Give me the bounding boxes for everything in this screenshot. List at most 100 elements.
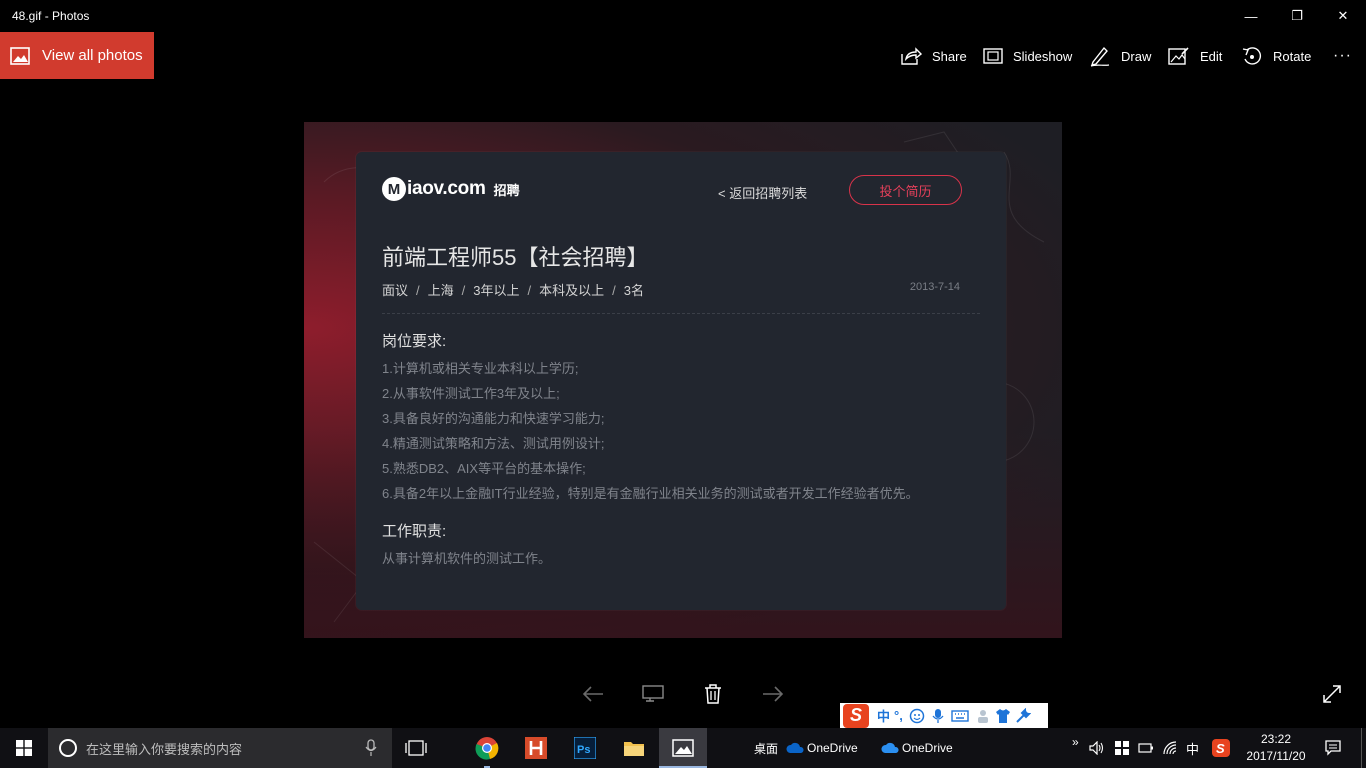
ime-toolbar[interactable]: S 中 °,	[840, 703, 1048, 728]
meta-education: 本科及以上	[539, 283, 605, 298]
slideshow-button[interactable]: Slideshow	[983, 32, 1072, 80]
window-title: 48.gif - Photos	[12, 9, 90, 23]
arrow-right-icon	[763, 686, 784, 702]
taskbar-chrome[interactable]	[463, 728, 511, 768]
restore-button[interactable]: ❐	[1274, 0, 1320, 32]
title-bar: 48.gif - Photos — ❐ ✕	[0, 0, 1366, 32]
ime-lang-toggle[interactable]: 中	[877, 706, 890, 725]
job-posting-card: M iaov.com 招聘 < 返回招聘列表 投个简历 前端工程师55【社会招聘…	[356, 152, 1006, 610]
draw-icon	[1090, 46, 1110, 67]
chrome-icon	[475, 737, 499, 760]
fullscreen-button[interactable]	[1316, 680, 1348, 708]
volume-tray[interactable]	[1089, 728, 1105, 768]
command-bar: View all photos Share Slideshow Draw Edi…	[0, 32, 1366, 80]
job-meta: 面议 / 上海/3年以上 / 本科及以上/3名	[382, 283, 645, 298]
clock-date: 2017/11/20	[1246, 749, 1306, 763]
minimize-button[interactable]: —	[1228, 0, 1274, 32]
view-all-photos-button[interactable]: View all photos	[0, 32, 154, 79]
duties-text: 从事计算机软件的测试工作。	[382, 551, 552, 566]
requirement-item: 6.具备2年以上金融IT行业经验，特别是有金融行业相关业务的测试或者开发工作经验…	[382, 486, 919, 501]
taskbar-photoshop[interactable]: Ps	[561, 728, 609, 768]
post-date: 2013-7-14	[909, 281, 960, 293]
next-button[interactable]	[757, 680, 789, 708]
battery-icon	[1138, 743, 1153, 753]
job-title: 前端工程师55【社会招聘】	[382, 245, 649, 270]
logo-letter: M	[382, 177, 406, 201]
apply-resume-button: 投个简历	[849, 175, 962, 205]
rotate-button[interactable]: Rotate	[1241, 32, 1311, 80]
onedrive-label: OneDrive	[902, 741, 953, 755]
keyboard-icon[interactable]	[951, 709, 969, 723]
wrench-icon[interactable]	[1015, 707, 1031, 724]
clock[interactable]: 23:22 2017/11/20	[1243, 731, 1309, 765]
back-to-list-link: < 返回招聘列表	[718, 186, 808, 201]
share-label: Share	[932, 48, 967, 64]
sogou-tray[interactable]: S	[1212, 728, 1230, 768]
taskbar-file-explorer[interactable]	[610, 728, 658, 768]
close-button[interactable]: ✕	[1320, 0, 1366, 32]
battery-tray[interactable]	[1138, 728, 1154, 768]
requirement-item: 5.熟悉DB2、AIX等平台的基本操作;	[382, 461, 586, 476]
slideshow-icon	[642, 685, 664, 702]
taskbar-photos-active[interactable]	[659, 728, 707, 768]
input-language-tray[interactable]: 中	[1186, 728, 1199, 768]
requirement-item: 2.从事软件测试工作3年及以上;	[382, 386, 560, 401]
onedrive-cloud-icon	[881, 742, 899, 753]
edit-label: Edit	[1200, 48, 1223, 64]
requirements-heading: 岗位要求:	[382, 333, 447, 350]
ime-punct-toggle[interactable]: °,	[894, 708, 903, 723]
speaker-icon	[1089, 741, 1104, 755]
meta-headcount: 3名	[623, 283, 645, 298]
task-view-button[interactable]	[392, 728, 440, 768]
onedrive-item-1[interactable]: OneDrive	[786, 728, 858, 768]
displayed-image[interactable]: M iaov.com 招聘 < 返回招聘列表 投个简历 前端工程师55【社会招聘…	[304, 122, 1062, 638]
user-icon[interactable]	[975, 708, 991, 724]
delete-button[interactable]	[697, 680, 729, 708]
taskbar-hbuilder[interactable]	[512, 728, 560, 768]
network-tray[interactable]	[1163, 728, 1179, 768]
draw-label: Draw	[1121, 48, 1152, 64]
wifi-icon	[1163, 741, 1177, 755]
action-center-button[interactable]	[1325, 728, 1341, 768]
meta-experience: 3年以上	[473, 283, 520, 298]
slideshow-label: Slideshow	[1013, 48, 1073, 64]
requirement-item: 1.计算机或相关专业本科以上学历;	[382, 361, 579, 376]
requirement-item: 4.精通测试策略和方法、测试用例设计;	[382, 436, 605, 451]
edit-button[interactable]: Edit	[1168, 32, 1222, 80]
share-button[interactable]: Share	[900, 32, 967, 80]
taskbar-search-box[interactable]: 在这里输入你要搜索的内容	[48, 728, 392, 768]
microphone-icon[interactable]	[931, 708, 945, 724]
clock-time: 23:22	[1260, 732, 1292, 746]
microphone-icon[interactable]	[365, 739, 377, 757]
photoshop-icon: Ps	[574, 737, 596, 759]
toolbar-overflow-chevron[interactable]: »	[1072, 722, 1079, 762]
draw-button[interactable]: Draw	[1089, 32, 1151, 80]
slideshow-icon	[983, 48, 1003, 64]
taskbar: 在这里输入你要搜索的内容 Ps 桌面 OneDrive OneDrive » 中…	[0, 728, 1366, 768]
security-tray[interactable]	[1114, 728, 1130, 768]
emoji-icon[interactable]	[909, 708, 925, 724]
sogou-icon: S	[1212, 739, 1230, 757]
rotate-label: Rotate	[1273, 48, 1312, 64]
show-desktop-button[interactable]	[1361, 728, 1366, 768]
arrow-left-icon	[582, 686, 603, 702]
shield-icon	[1115, 741, 1129, 755]
divider	[382, 313, 980, 314]
duties-heading: 工作职责:	[382, 523, 447, 540]
logo-brand: iaov.com	[407, 178, 486, 199]
onedrive-cloud-icon	[786, 742, 804, 753]
desktop-toolbar-label[interactable]: 桌面	[754, 728, 778, 768]
skin-shirt-icon[interactable]	[995, 708, 1011, 724]
sogou-logo[interactable]: S	[843, 703, 869, 728]
start-button[interactable]	[0, 728, 48, 768]
edit-icon	[1168, 47, 1189, 65]
meta-location: 上海	[427, 283, 454, 298]
expand-icon	[1323, 685, 1341, 703]
notification-icon	[1325, 740, 1341, 756]
view-all-photos-label: View all photos	[42, 47, 143, 64]
previous-button[interactable]	[577, 680, 609, 708]
slideshow-control-button[interactable]	[637, 680, 669, 708]
onedrive-item-2[interactable]: OneDrive	[881, 728, 953, 768]
task-view-icon	[405, 740, 427, 756]
more-options-button[interactable]: ···	[1333, 32, 1352, 80]
